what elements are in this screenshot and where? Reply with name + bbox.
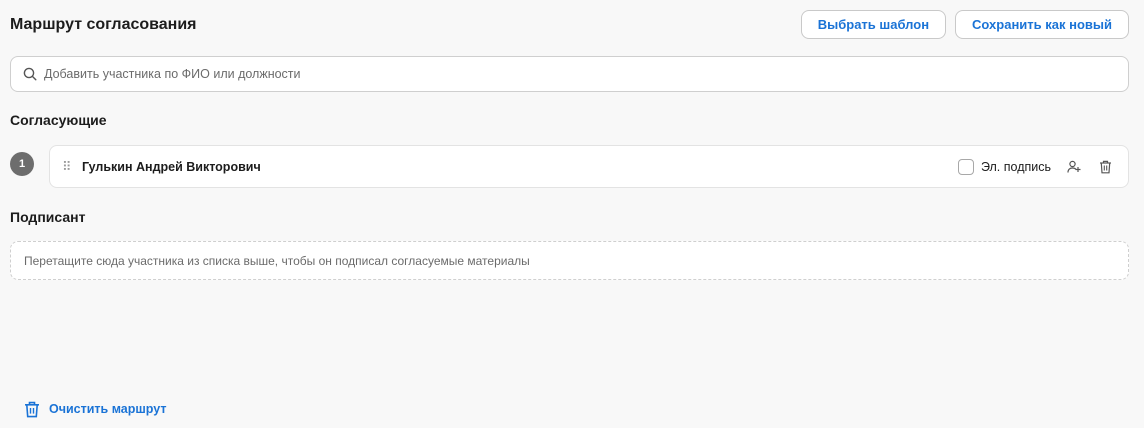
choose-template-button[interactable]: Выбрать шаблон bbox=[800, 10, 947, 39]
approver-actions: Эл. подпись bbox=[957, 156, 1128, 178]
clear-route-button[interactable]: Очистить маршрут bbox=[24, 400, 167, 418]
esign-label: Эл. подпись bbox=[980, 159, 1051, 174]
save-as-new-button[interactable]: Сохранить как новый bbox=[955, 10, 1129, 39]
drag-handle-icon[interactable]: ⠿ bbox=[62, 159, 76, 175]
clear-route-label: Очистить маршрут bbox=[49, 402, 167, 416]
search-input[interactable] bbox=[44, 67, 1104, 81]
approver-name: Гулькин Андрей Викторович bbox=[82, 159, 261, 174]
add-user-icon[interactable] bbox=[1063, 156, 1085, 178]
esign-toggle[interactable]: Эл. подпись bbox=[957, 158, 1051, 175]
header-actions: Выбрать шаблон Сохранить как новый bbox=[800, 10, 1129, 39]
page-title: Маршрут согласования bbox=[10, 15, 197, 33]
trash-icon[interactable] bbox=[1094, 156, 1116, 178]
signer-dropzone[interactable]: Перетащите сюда участника из списка выше… bbox=[10, 241, 1129, 280]
search-icon bbox=[23, 67, 37, 81]
approver-row: ⠿ Гулькин Андрей Викторович Эл. подпись bbox=[49, 145, 1129, 188]
approvers-title: Согласующие bbox=[10, 112, 107, 128]
trash-icon bbox=[25, 401, 39, 417]
header: Маршрут согласования Выбрать шаблон Сохр… bbox=[10, 10, 1129, 39]
signer-title: Подписант bbox=[10, 209, 86, 225]
step-number-badge: 1 bbox=[10, 152, 34, 176]
esign-checkbox[interactable] bbox=[957, 158, 974, 175]
approval-route-panel: Маршрут согласования Выбрать шаблон Сохр… bbox=[0, 0, 1144, 428]
participant-search[interactable] bbox=[10, 56, 1129, 92]
